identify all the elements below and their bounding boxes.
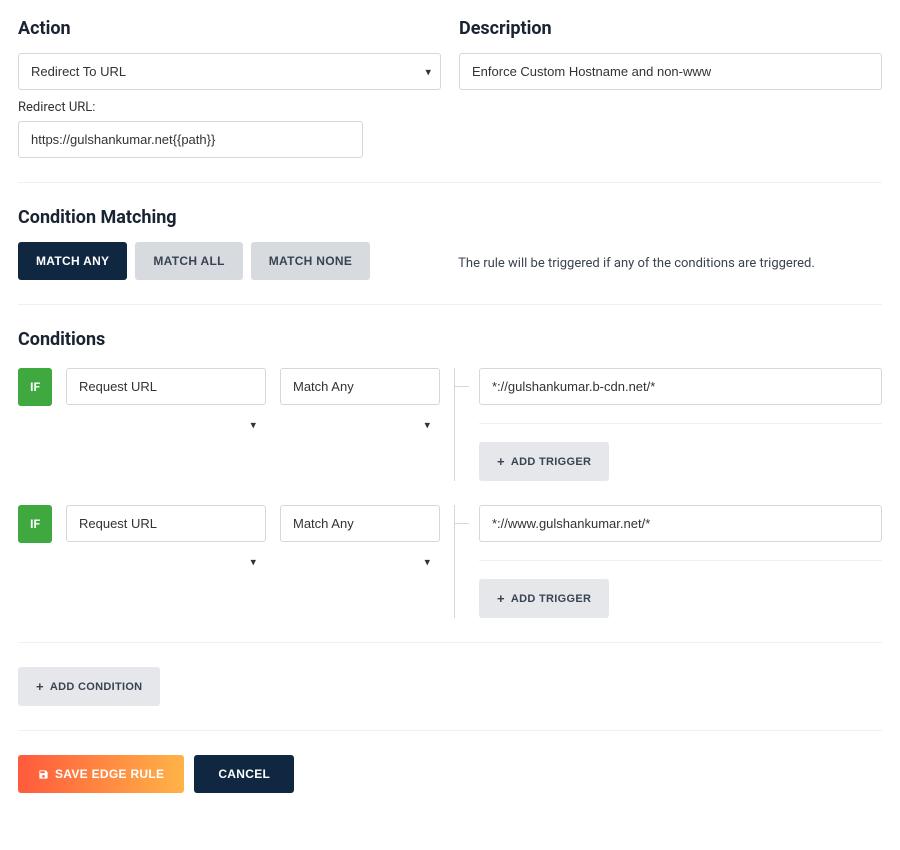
condition-triggers: + ADD TRIGGER <box>454 368 882 481</box>
trigger-input[interactable] <box>479 505 882 542</box>
condition-match-select[interactable]: Match Any <box>280 505 440 542</box>
add-trigger-label: ADD TRIGGER <box>511 456 591 468</box>
description-input[interactable] <box>459 53 882 90</box>
condition-field-select[interactable]: Request URL <box>66 368 266 405</box>
save-label: SAVE EDGE RULE <box>55 767 164 781</box>
condition-group: IF Request URL Match Any + ADD TRIGGER <box>18 505 882 618</box>
action-column: Action Redirect To URL Redirect URL: <box>18 18 441 158</box>
redirect-url-input[interactable] <box>18 121 363 158</box>
trigger-divider <box>479 560 882 561</box>
conditions-title: Conditions <box>18 329 882 350</box>
match-any-button[interactable]: MATCH ANY <box>18 242 127 280</box>
cancel-button[interactable]: CANCEL <box>194 755 294 793</box>
plus-icon: + <box>497 454 505 469</box>
plus-icon: + <box>36 679 44 694</box>
save-edge-rule-button[interactable]: SAVE EDGE RULE <box>18 755 184 793</box>
add-condition-button[interactable]: + ADD CONDITION <box>18 667 160 706</box>
divider <box>18 182 882 183</box>
add-condition-label: ADD CONDITION <box>50 681 143 693</box>
plus-icon: + <box>497 591 505 606</box>
actions-row: SAVE EDGE RULE CANCEL <box>18 755 882 793</box>
save-icon <box>38 769 49 780</box>
condition-block: IF Request URL Match Any + ADD TRIGGER <box>18 368 882 481</box>
condition-match-select[interactable]: Match Any <box>280 368 440 405</box>
condition-group: IF Request URL Match Any + ADD TRIGGER <box>18 368 882 481</box>
trigger-divider <box>479 423 882 424</box>
match-all-button[interactable]: MATCH ALL <box>135 242 242 280</box>
add-trigger-button[interactable]: + ADD TRIGGER <box>479 442 609 481</box>
description-column: Description <box>459 18 882 158</box>
condition-field-select[interactable]: Request URL <box>66 505 266 542</box>
match-none-button[interactable]: MATCH NONE <box>251 242 370 280</box>
divider <box>18 642 882 643</box>
divider <box>18 730 882 731</box>
action-select-wrapper: Redirect To URL <box>18 53 441 90</box>
condition-triggers: + ADD TRIGGER <box>454 505 882 618</box>
divider <box>18 304 882 305</box>
redirect-url-group: Redirect URL: <box>18 100 363 158</box>
condition-match-wrapper: Match Any <box>280 505 440 618</box>
match-button-group: MATCH ANY MATCH ALL MATCH NONE <box>18 242 370 280</box>
add-trigger-button[interactable]: + ADD TRIGGER <box>479 579 609 618</box>
if-badge: IF <box>18 368 52 406</box>
trigger-input[interactable] <box>479 368 882 405</box>
action-select[interactable]: Redirect To URL <box>18 53 441 90</box>
condition-matching-title: Condition Matching <box>18 207 882 228</box>
condition-matching-row: MATCH ANY MATCH ALL MATCH NONE The rule … <box>18 242 882 280</box>
description-title: Description <box>459 18 882 39</box>
condition-field-wrapper: Request URL <box>66 368 266 481</box>
redirect-url-label: Redirect URL: <box>18 100 363 115</box>
add-trigger-label: ADD TRIGGER <box>511 593 591 605</box>
if-badge: IF <box>18 505 52 543</box>
condition-block: IF Request URL Match Any + ADD TRIGGER <box>18 505 882 618</box>
action-title: Action <box>18 18 441 39</box>
match-hint-wrapper: The rule will be triggered if any of the… <box>440 252 815 271</box>
condition-match-wrapper: Match Any <box>280 368 440 481</box>
trigger-input-wrapper <box>479 505 882 542</box>
match-hint: The rule will be triggered if any of the… <box>458 256 815 271</box>
conditions-wrapper: IF Request URL Match Any + ADD TRIGGER <box>18 368 882 618</box>
trigger-input-wrapper <box>479 368 882 405</box>
condition-field-wrapper: Request URL <box>66 505 266 618</box>
